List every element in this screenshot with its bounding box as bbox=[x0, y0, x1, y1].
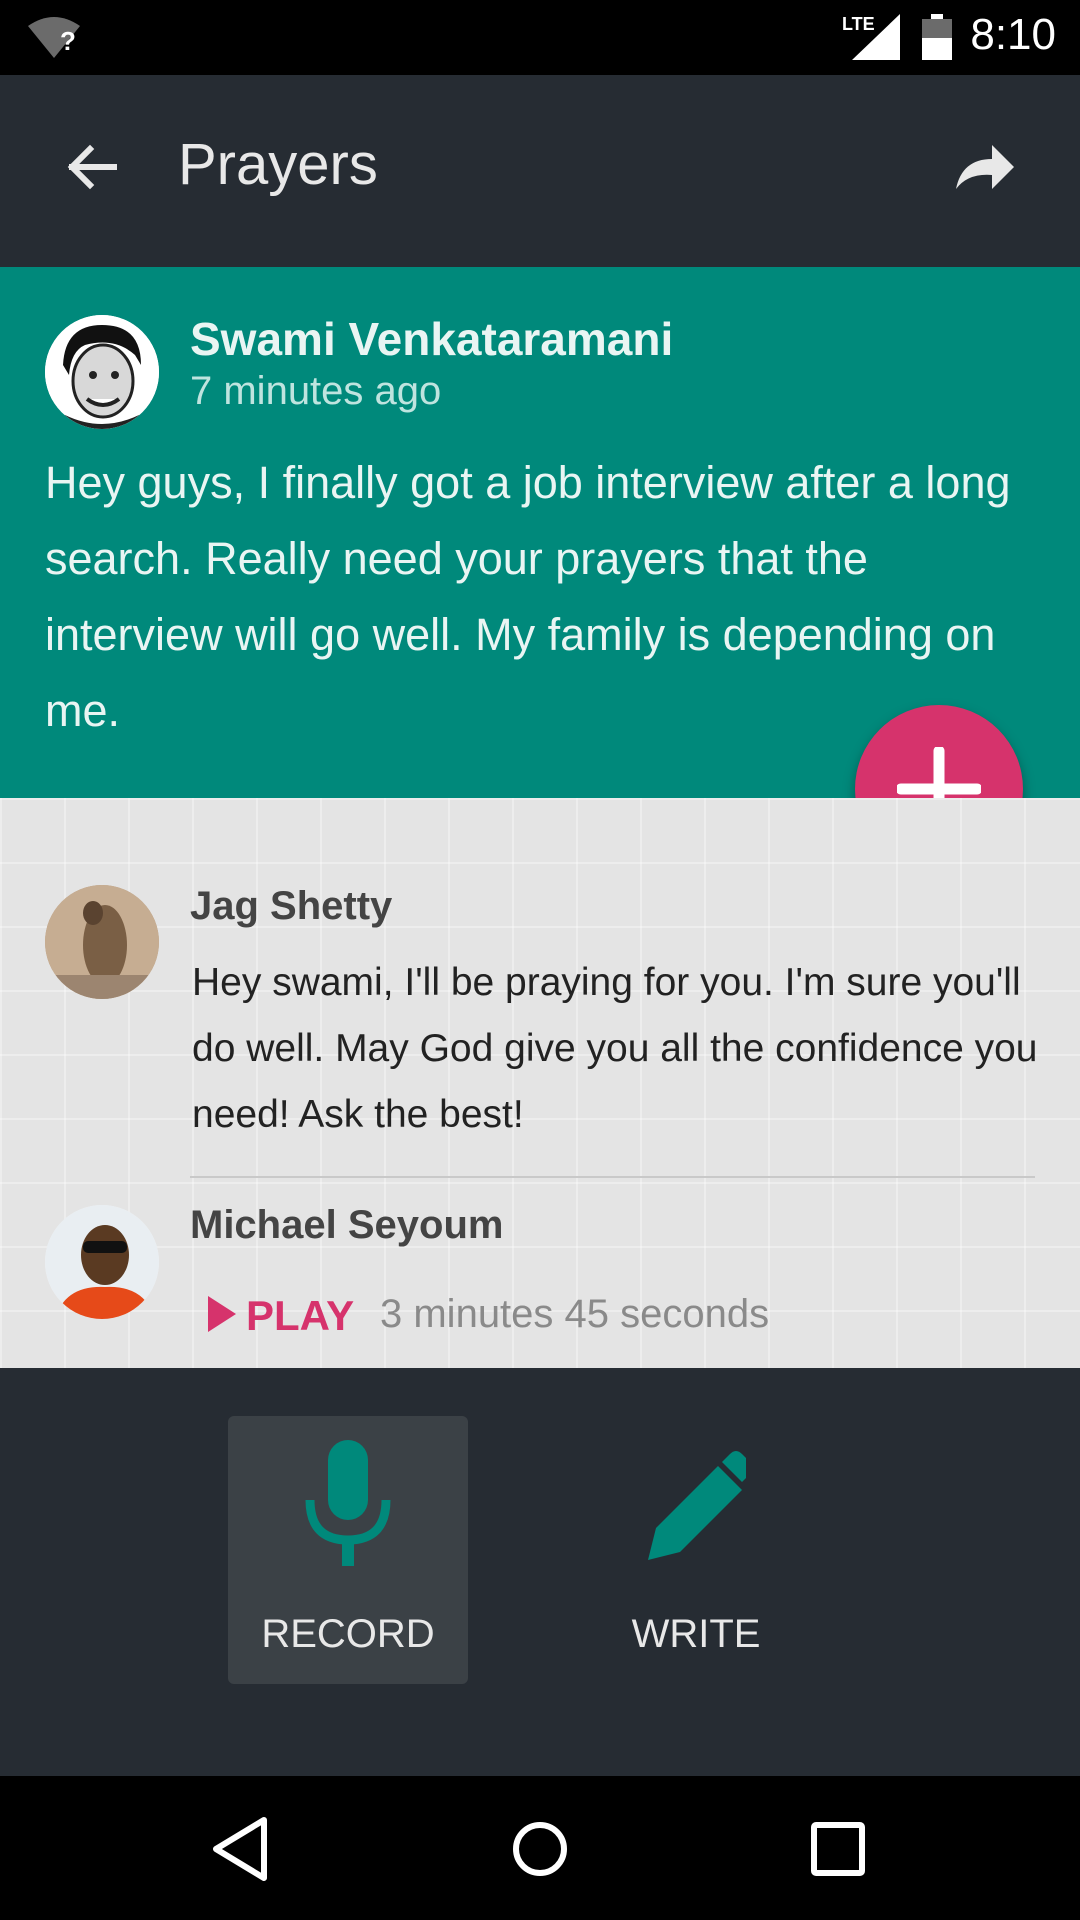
record-label: RECORD bbox=[261, 1612, 435, 1656]
post-author-name: Swami Venkataramani bbox=[190, 313, 674, 365]
post-timestamp: 7 minutes ago bbox=[190, 369, 442, 413]
status-time: 8:10 bbox=[970, 10, 1056, 59]
comment-divider bbox=[190, 1176, 1035, 1178]
audio-duration: 3 minutes 45 seconds bbox=[380, 1292, 770, 1336]
arrow-left-icon[interactable] bbox=[62, 137, 122, 197]
write-label: WRITE bbox=[631, 1612, 761, 1656]
comment-text: Hey swami, I'll be praying for you. I'm … bbox=[192, 961, 1038, 1136]
pencil-icon bbox=[648, 1451, 746, 1560]
signal-icon bbox=[852, 14, 900, 60]
avatar-image-icon bbox=[45, 315, 159, 429]
wifi-unknown-label: ? bbox=[60, 26, 76, 56]
avatar-image-icon bbox=[45, 885, 159, 999]
battery-icon bbox=[922, 14, 952, 60]
write-button[interactable]: WRITE bbox=[576, 1416, 816, 1684]
avatar-image-icon bbox=[45, 1205, 159, 1319]
comment-avatar bbox=[45, 885, 159, 999]
play-icon bbox=[208, 1296, 236, 1332]
app-toolbar: Prayers bbox=[0, 75, 1080, 267]
microphone-icon bbox=[305, 1440, 391, 1566]
nav-home-icon[interactable] bbox=[508, 1814, 572, 1884]
record-button[interactable]: RECORD bbox=[228, 1416, 468, 1684]
status-bar: ? LTE 8:10 bbox=[0, 0, 1080, 75]
comment-avatar bbox=[45, 1205, 159, 1319]
compose-actions-bar: RECORD WRITE bbox=[0, 1368, 1080, 1776]
post-author-avatar bbox=[45, 315, 159, 429]
system-nav-bar bbox=[0, 1776, 1080, 1920]
comments-list: Jag Shetty Hey swami, I'll be praying fo… bbox=[0, 798, 1080, 1368]
post-body: Hey guys, I finally got a job interview … bbox=[45, 457, 1011, 736]
comment-author: Jag Shetty bbox=[190, 884, 393, 928]
comment-author: Michael Seyoum bbox=[190, 1203, 504, 1247]
share-icon[interactable] bbox=[952, 137, 1016, 197]
play-label: PLAY bbox=[246, 1292, 355, 1339]
nav-recents-icon[interactable] bbox=[806, 1814, 870, 1884]
page-title: Prayers bbox=[178, 132, 378, 197]
nav-back-icon[interactable] bbox=[210, 1814, 274, 1884]
